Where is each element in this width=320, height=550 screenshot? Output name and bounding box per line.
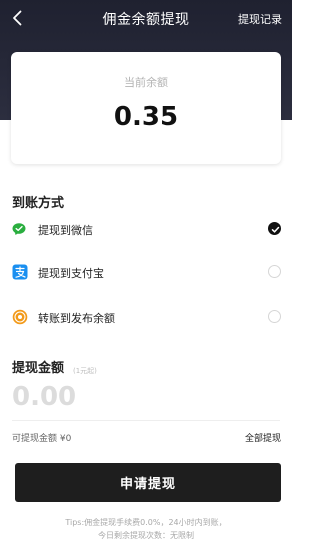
alipay-icon — [12, 264, 28, 280]
balance-card: 当前余额 0.35 — [11, 52, 281, 164]
withdraw-history-link[interactable]: 提现记录 — [238, 11, 282, 27]
apply-withdraw-button[interactable]: 申请提现 — [15, 463, 281, 502]
divider — [12, 420, 280, 421]
radio-alipay[interactable] — [268, 265, 281, 278]
balance-label: 当前余额 — [124, 76, 168, 89]
amount-title: 提现金额 — [12, 361, 65, 376]
radio-wechat[interactable] — [268, 222, 281, 235]
tips-line-2: 今日剩余提现次数：无限制 — [98, 531, 194, 540]
payout-method-title: 到账方式 — [12, 196, 65, 211]
method-label-alipay: 提现到支付宝 — [38, 267, 104, 280]
balance-value: 0.35 — [113, 102, 179, 132]
method-label-wechat: 提现到微信 — [38, 224, 93, 237]
method-label-transfer-balance: 转账到发布余额 — [38, 312, 115, 325]
method-row-alipay[interactable]: 提现到支付宝 — [0, 257, 292, 287]
tips-line-1: Tips:佣金提现手续费0.0%，24小时内到账， — [65, 518, 227, 527]
coin-icon — [12, 309, 28, 325]
method-row-transfer-balance[interactable]: 转账到发布余额 — [0, 302, 292, 332]
amount-input[interactable] — [12, 380, 212, 414]
check-icon — [271, 226, 280, 233]
navigation-bar: 佣金余额提现 提现记录 — [0, 0, 292, 36]
minimum-amount-note: (1元起) — [73, 367, 97, 375]
available-amount-text: 可提现金额 ¥0 — [12, 434, 72, 444]
radio-transfer-balance[interactable] — [268, 310, 281, 323]
method-row-wechat[interactable]: 提现到微信 — [0, 214, 292, 244]
wechat-icon — [12, 221, 28, 237]
withdraw-all-link[interactable]: 全部提现 — [245, 431, 281, 444]
